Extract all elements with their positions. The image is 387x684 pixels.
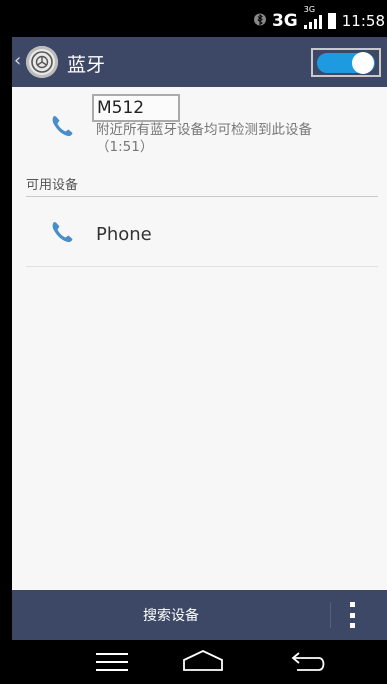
home-icon[interactable]	[182, 648, 224, 676]
recent-apps-icon[interactable]	[94, 648, 130, 676]
bluetooth-toggle[interactable]	[317, 52, 375, 74]
bottom-action-bar: 搜索设备	[12, 590, 387, 640]
device-item-name: Phone	[96, 224, 152, 245]
navigation-bar	[12, 640, 387, 684]
search-devices-button[interactable]: 搜索设备	[12, 590, 330, 640]
bluetooth-content: M512 附近所有蓝牙设备均可检测到此设备（1:51） 可用设备 Phone	[12, 87, 387, 590]
divider	[26, 196, 378, 197]
list-item[interactable]: Phone	[12, 199, 387, 267]
network-type: 3G	[271, 11, 298, 31]
network-small-label: 3G	[303, 5, 316, 14]
phone-icon	[52, 222, 73, 243]
divider	[26, 266, 378, 267]
status-bar: 3G 3G 11:58	[12, 0, 387, 37]
battery-icon	[327, 13, 336, 29]
available-devices-header: 可用设备	[26, 178, 79, 193]
bluetooth-toggle-highlight	[311, 48, 381, 77]
back-chevron-icon[interactable]: ‹	[14, 50, 21, 71]
title-bar: ‹ 蓝牙	[12, 37, 387, 87]
bluetooth-icon	[253, 12, 266, 31]
toggle-knob	[352, 52, 374, 74]
signal-icon: 3G	[303, 5, 322, 29]
settings-app-icon[interactable]	[26, 46, 58, 78]
this-device[interactable]: M512 附近所有蓝牙设备均可检测到此设备（1:51）	[12, 87, 387, 162]
more-icon[interactable]	[348, 602, 356, 628]
screen: 3G 3G 11:58 ‹ 蓝牙 M512 附近所有蓝牙设备均可检测到此设备（1…	[12, 0, 387, 684]
device-visibility-status: 附近所有蓝牙设备均可检测到此设备（1:51）	[96, 122, 312, 155]
clock: 11:58	[341, 12, 385, 30]
device-name: M512	[97, 98, 145, 118]
back-icon[interactable]	[289, 648, 329, 676]
page-title: 蓝牙	[67, 54, 106, 76]
divider	[330, 602, 331, 628]
device-name-highlight: M512	[92, 94, 180, 122]
phone-icon	[52, 116, 73, 137]
